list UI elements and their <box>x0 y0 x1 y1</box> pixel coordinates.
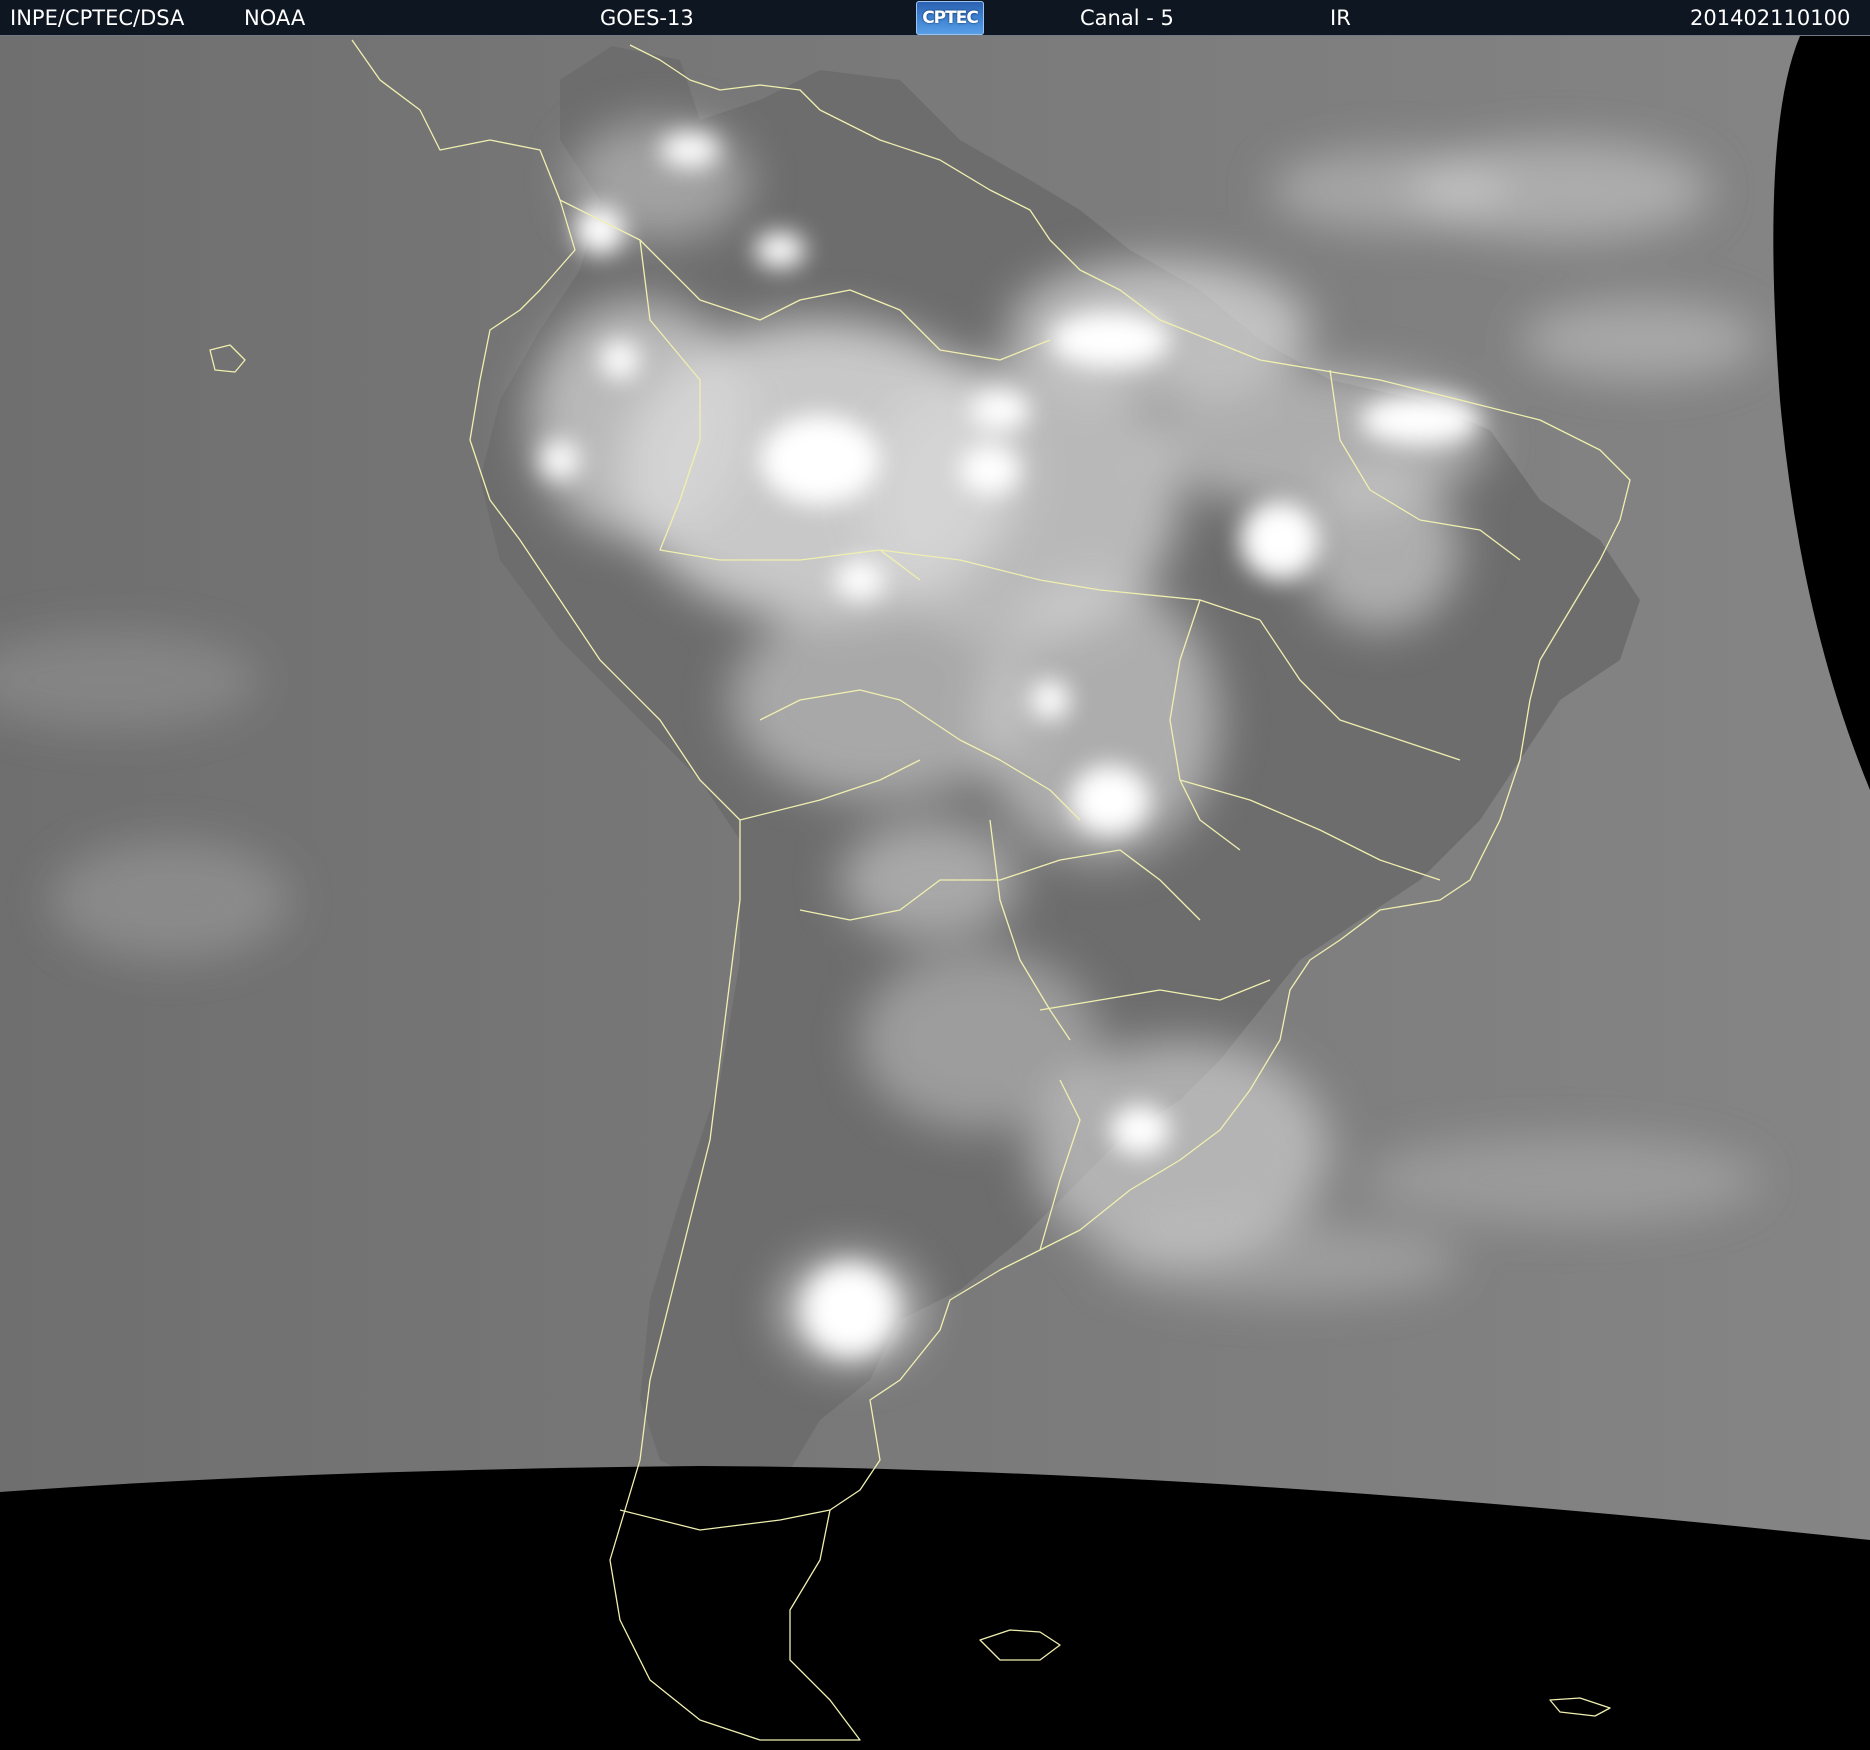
logo-text: CPTEC <box>922 8 979 28</box>
timestamp-label: 201402110100 <box>1690 6 1851 30</box>
cptec-logo-icon: CPTEC <box>916 1 984 35</box>
channel-label: Canal - 5 <box>1080 6 1174 30</box>
source-label: NOAA <box>244 6 306 30</box>
satellite-label: GOES-13 <box>600 6 694 30</box>
satellite-ir-image <box>0 36 1870 1750</box>
image-header: INPE/CPTEC/DSA NOAA GOES-13 CPTEC Canal … <box>0 0 1870 36</box>
band-label: IR <box>1330 6 1351 30</box>
agency-label: INPE/CPTEC/DSA <box>10 6 185 30</box>
